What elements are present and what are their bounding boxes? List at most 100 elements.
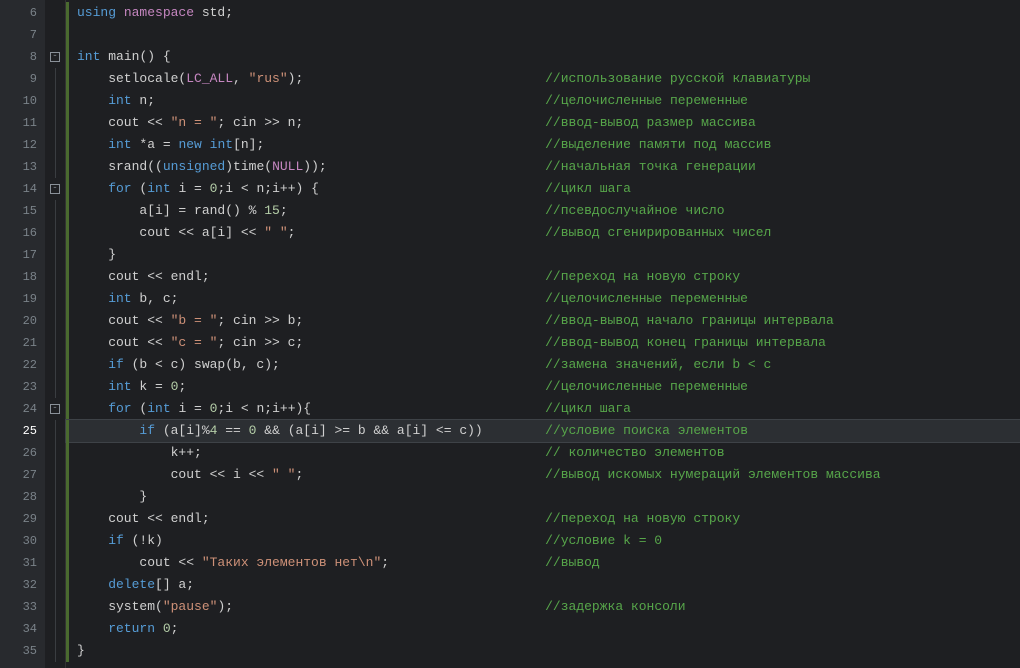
code-line[interactable]: cout << "b = "; cin >> b; //ввод-вывод н… <box>66 310 1020 332</box>
code-line[interactable]: cout << endl; //переход на новую строку <box>66 508 1020 530</box>
fold-guide <box>45 486 65 508</box>
comment: //вывод сгенирированных чисел <box>545 225 771 240</box>
code-line[interactable]: for (int i = 0;i < n;i++) { //цикл шага <box>66 178 1020 200</box>
comment: //задержка консоли <box>545 599 685 614</box>
code-line[interactable]: delete[] a; <box>66 574 1020 596</box>
code-line[interactable]: cout << "Таких элементов нет\n"; //вывод <box>66 552 1020 574</box>
fold-guide <box>45 530 65 552</box>
whitespace <box>319 181 545 196</box>
line-number: 10 <box>0 90 45 112</box>
token-op: )time( <box>225 159 272 174</box>
token-kw: for <box>77 401 139 416</box>
code-line[interactable]: if (!k) //условие k = 0 <box>66 530 1020 552</box>
token-op: ( <box>155 599 163 614</box>
fold-guide <box>45 552 65 574</box>
fold-column[interactable]: - - - <box>45 0 66 668</box>
code-line[interactable]: int *a = new int[n]; //выделение памяти … <box>66 134 1020 156</box>
whitespace <box>303 313 545 328</box>
fold-guide <box>45 68 65 90</box>
code-line[interactable]: cout << a[i] << " "; //вывод сгенирирова… <box>66 222 1020 244</box>
whitespace <box>210 511 545 526</box>
line-number: 6 <box>0 2 45 24</box>
line-number: 22 <box>0 354 45 376</box>
token-str: "rus" <box>249 71 288 86</box>
token-op: ;i < n;i++){ <box>217 401 311 416</box>
token-id: cout <box>77 555 178 570</box>
token-op: ; <box>280 203 288 218</box>
token-op: (( <box>147 159 163 174</box>
code-line[interactable]: if (b < c) swap(b, c); //замена значений… <box>66 354 1020 376</box>
code-line[interactable]: setlocale(LC_ALL, "rus"); //использовани… <box>66 68 1020 90</box>
line-number: 27 <box>0 464 45 486</box>
line-number: 34 <box>0 618 45 640</box>
token-kw: int <box>147 181 178 196</box>
fold-guide <box>45 244 65 266</box>
token-op: << endl; <box>147 511 209 526</box>
fold-toggle-icon[interactable]: - <box>45 46 65 68</box>
code-line[interactable]: int main() { <box>66 46 1020 68</box>
token-op: == <box>217 423 248 438</box>
comment: //условие поиска элементов <box>545 423 748 438</box>
whitespace <box>303 335 545 350</box>
token-op: >> n; <box>264 115 303 130</box>
whitespace <box>288 203 545 218</box>
code-line[interactable]: } <box>66 486 1020 508</box>
line-number: 13 <box>0 156 45 178</box>
code-line[interactable]: srand((unsigned)time(NULL)); //начальная… <box>66 156 1020 178</box>
comment: //выделение памяти под массив <box>545 137 771 152</box>
line-number: 25 <box>0 420 45 442</box>
line-number: 19 <box>0 288 45 310</box>
line-number: 9 <box>0 68 45 90</box>
code-line[interactable]: if (a[i]%4 == 0 && (a[i] >= b && a[i] <=… <box>66 420 1020 442</box>
code-line[interactable]: int k = 0; //целочисленные переменные <box>66 376 1020 398</box>
code-line[interactable]: int b, c; //целочисленные переменные <box>66 288 1020 310</box>
token-op: (!k) <box>132 533 163 548</box>
whitespace <box>163 533 545 548</box>
token-id: cout <box>77 225 178 240</box>
code-line[interactable]: cout << endl; //переход на новую строку <box>66 266 1020 288</box>
token-op: << <box>178 555 201 570</box>
code-line[interactable]: } <box>66 640 1020 662</box>
fold-guide <box>45 112 65 134</box>
line-number: 12 <box>0 134 45 156</box>
fold-toggle-icon[interactable]: - <box>45 178 65 200</box>
line-number: 7 <box>0 24 45 46</box>
code-line[interactable]: cout << i << " "; //вывод искомых нумера… <box>66 464 1020 486</box>
token-op: && (a[i] >= b && a[i] <= c)) <box>256 423 482 438</box>
fold-guide <box>45 574 65 596</box>
token-op: () { <box>139 49 170 64</box>
code-line[interactable]: int n; //целочисленные переменные <box>66 90 1020 112</box>
code-area[interactable]: using namespace std; int main() { setloca… <box>66 0 1020 668</box>
fold-guide <box>45 288 65 310</box>
fold-guide <box>45 618 65 640</box>
token-op: << endl; <box>147 269 209 284</box>
line-number: 32 <box>0 574 45 596</box>
token-kw: if <box>77 533 132 548</box>
code-line[interactable]: using namespace std; <box>66 2 1020 24</box>
comment: //ввод-вывод размер массива <box>545 115 756 130</box>
code-line[interactable]: cout << "c = "; cin >> c; //ввод-вывод к… <box>66 332 1020 354</box>
comment: // количество элементов <box>545 445 724 460</box>
code-line[interactable]: a[i] = rand() % 15; //псевдослучайное чи… <box>66 200 1020 222</box>
comment: //вывод искомых нумераций элементов масс… <box>545 467 880 482</box>
token-str: "c = " <box>171 335 218 350</box>
code-line[interactable]: cout << "n = "; cin >> n; //ввод-вывод р… <box>66 112 1020 134</box>
code-line[interactable]: } <box>66 244 1020 266</box>
line-number: 29 <box>0 508 45 530</box>
whitespace <box>202 445 545 460</box>
code-editor[interactable]: 6789101112131415161718192021222324252627… <box>0 0 1020 668</box>
token-id: cout <box>77 467 210 482</box>
token-id: cout <box>77 115 147 130</box>
code-line[interactable] <box>66 24 1020 46</box>
fold-guide <box>45 134 65 156</box>
code-line[interactable]: k++; // количество элементов <box>66 442 1020 464</box>
token-num: 15 <box>264 203 280 218</box>
line-number: 17 <box>0 244 45 266</box>
code-line[interactable]: return 0; <box>66 618 1020 640</box>
code-line[interactable]: system("pause"); //задержка консоли <box>66 596 1020 618</box>
code-line[interactable]: for (int i = 0;i < n;i++){ //цикл шага <box>66 398 1020 420</box>
token-str: "b = " <box>171 313 218 328</box>
token-op: , <box>233 71 249 86</box>
fold-toggle-icon[interactable]: - <box>45 398 65 420</box>
token-op: [] a; <box>155 577 194 592</box>
